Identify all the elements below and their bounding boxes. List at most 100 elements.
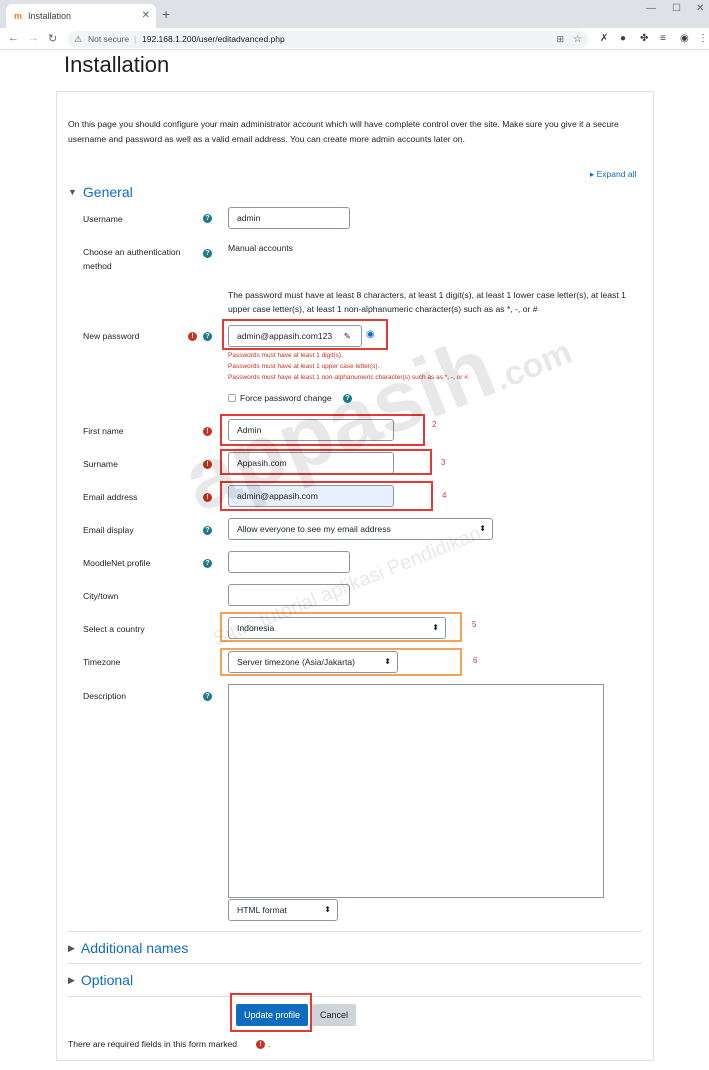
annotation-box-country xyxy=(220,612,462,642)
password-error-3: Passwords must have at least 1 non-alpha… xyxy=(228,374,470,381)
section-general-header[interactable]: ▼ General xyxy=(68,184,133,200)
username-label: Username xyxy=(83,214,123,224)
annotation-box-timezone xyxy=(220,648,462,676)
section-additional-names-header[interactable]: ▶ Additional names xyxy=(68,940,188,956)
annotation-box-update-profile xyxy=(230,993,312,1032)
auth-method-label: Choose an authentication method xyxy=(83,247,181,271)
reading-list-icon[interactable]: ≡ xyxy=(660,33,666,44)
address-bar-row: ← → ↻ ⚠ Not secure | 192.168.1.200/user/… xyxy=(0,28,709,50)
divider xyxy=(68,963,642,964)
page-title: Installation xyxy=(64,52,170,77)
auth-method-value: Manual accounts xyxy=(228,243,293,253)
select-arrows-icon: ⬍ xyxy=(324,905,331,914)
password-rules-text: The password must have at least 8 charac… xyxy=(228,290,626,314)
forward-icon[interactable]: → xyxy=(28,32,39,44)
annotation-number-4: 4 xyxy=(442,491,447,500)
menu-icon[interactable]: ⋮ xyxy=(698,33,708,44)
warning-icon: ⚠ xyxy=(74,34,83,44)
required-fields-note: There are required fields in this form m… xyxy=(68,1037,237,1051)
omnibox[interactable]: ⚠ Not secure | 192.168.1.200/user/editad… xyxy=(68,31,588,48)
email-display-label: Email display xyxy=(83,525,134,535)
help-icon[interactable]: ? xyxy=(203,692,212,701)
annotation-box-surname xyxy=(220,449,432,475)
expand-all-link[interactable]: ▸ Expand all xyxy=(590,169,636,180)
description-label: Description xyxy=(83,691,126,701)
extension-x-icon[interactable]: ✗ xyxy=(600,33,608,44)
required-icon: ! xyxy=(203,460,212,469)
surname-label: Surname xyxy=(83,459,118,469)
required-icon: ! xyxy=(256,1040,265,1049)
description-textarea[interactable] xyxy=(228,684,604,898)
bookmark-star-icon[interactable]: ☆ xyxy=(573,31,582,48)
help-icon[interactable]: ? xyxy=(343,394,352,403)
force-password-change-label: Force password change xyxy=(240,393,332,403)
annotation-number-3: 3 xyxy=(441,458,446,467)
help-icon[interactable]: ? xyxy=(203,214,212,223)
section-optional-title: Optional xyxy=(80,972,134,988)
help-icon[interactable]: ? xyxy=(203,249,212,258)
browser-tab[interactable]: m Installation ✕ xyxy=(6,4,156,28)
select-country-label: Select a country xyxy=(83,624,145,634)
section-general-title: General xyxy=(82,184,133,200)
email-display-value: Allow everyone to see my email address xyxy=(237,524,391,534)
help-icon[interactable]: ? xyxy=(203,332,212,341)
required-note-text: There are required fields in this form m… xyxy=(68,1039,238,1049)
format-select[interactable]: HTML format ⬍ xyxy=(228,899,338,921)
extensions-puzzle-icon[interactable]: ✤ xyxy=(640,33,648,44)
select-arrows-icon: ⬍ xyxy=(479,524,486,533)
annotation-number-5: 5 xyxy=(472,620,477,629)
annotation-number-6: 6 xyxy=(473,656,478,665)
city-town-input[interactable] xyxy=(228,584,350,606)
help-icon[interactable]: ? xyxy=(203,526,212,535)
url-text: 192.168.1.200/user/editadvanced.php xyxy=(142,34,285,44)
required-icon: ! xyxy=(203,493,212,502)
required-note-period: . xyxy=(268,1039,271,1049)
new-tab-button[interactable]: + xyxy=(162,6,170,22)
force-password-change-checkbox[interactable] xyxy=(228,394,236,402)
email-address-label: Email address xyxy=(83,492,138,502)
intro-text: On this page you should configure your m… xyxy=(68,119,619,144)
divider xyxy=(68,996,642,997)
extension-record-icon[interactable]: ● xyxy=(620,33,626,44)
tab-bar: m Installation ✕ + — ☐ ✕ xyxy=(0,0,709,28)
profile-icon[interactable]: ◉ xyxy=(680,33,689,44)
moodlenet-profile-label: MoodleNet profile xyxy=(83,558,151,568)
not-secure-label: Not secure xyxy=(88,34,130,44)
city-town-label: City/town xyxy=(83,591,119,601)
expand-all-label: Expand all xyxy=(596,169,637,179)
password-error-1: Passwords must have at least 1 digit(s). xyxy=(228,352,343,359)
email-display-select[interactable]: Allow everyone to see my email address ⬍ xyxy=(228,518,493,540)
chevron-down-icon: ▼ xyxy=(68,187,77,197)
new-password-label: New password xyxy=(83,331,140,341)
minimize-icon[interactable]: — xyxy=(646,3,656,14)
username-input[interactable]: admin xyxy=(228,207,350,229)
close-tab-icon[interactable]: ✕ xyxy=(142,10,150,21)
first-name-label: First name xyxy=(83,426,124,436)
required-icon: ! xyxy=(203,427,212,436)
chevron-right-icon: ▶ xyxy=(68,975,75,985)
section-optional-header[interactable]: ▶ Optional xyxy=(68,972,133,988)
annotation-box-email xyxy=(220,481,433,511)
chevron-right-icon: ▶ xyxy=(68,943,75,953)
omnibox-divider: | xyxy=(134,34,137,44)
password-error-2: Passwords must have at least 1 upper cas… xyxy=(228,363,380,370)
form-card xyxy=(56,91,654,1061)
moodlenet-profile-input[interactable] xyxy=(228,551,350,573)
cancel-button[interactable]: Cancel xyxy=(312,1004,356,1026)
close-window-icon[interactable]: ✕ xyxy=(696,3,704,14)
required-icon: ! xyxy=(188,332,197,341)
back-icon[interactable]: ← xyxy=(8,32,19,44)
annotation-box-first-name xyxy=(220,414,425,446)
reload-icon[interactable]: ↻ xyxy=(48,32,57,45)
translate-icon[interactable]: ⊞ xyxy=(556,31,564,48)
help-icon[interactable]: ? xyxy=(203,559,212,568)
tab-title: Installation xyxy=(28,11,72,21)
timezone-label: Timezone xyxy=(83,657,121,667)
annotation-box-password xyxy=(222,319,388,350)
divider xyxy=(68,931,642,932)
maximize-icon[interactable]: ☐ xyxy=(672,3,681,14)
moodle-favicon-icon: m xyxy=(14,11,23,21)
format-value: HTML format xyxy=(237,905,287,915)
section-additional-names-title: Additional names xyxy=(80,940,189,956)
annotation-number-2: 2 xyxy=(432,420,437,429)
